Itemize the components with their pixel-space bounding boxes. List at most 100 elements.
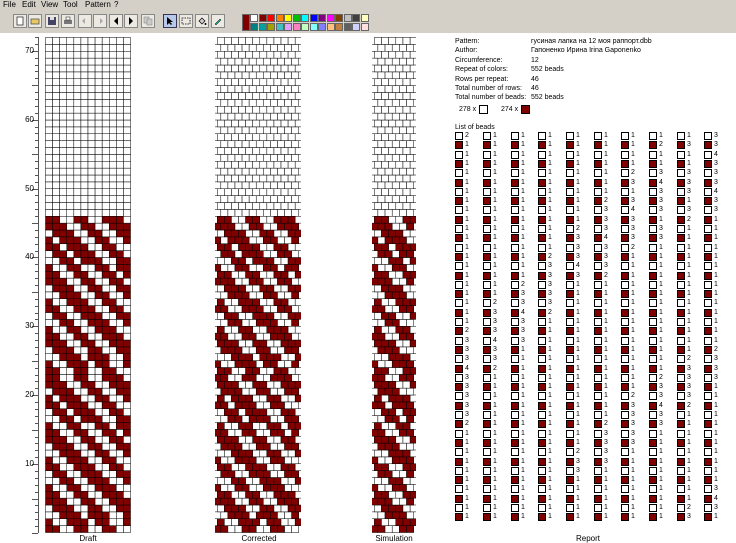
bead-cell[interactable] xyxy=(66,92,75,100)
bead-cell[interactable] xyxy=(402,326,411,334)
bead-cell[interactable] xyxy=(391,319,400,327)
bead-cell[interactable] xyxy=(109,271,117,279)
bead-cell[interactable] xyxy=(266,271,275,279)
bead-cell[interactable] xyxy=(259,394,268,403)
bead-cell[interactable] xyxy=(255,264,264,272)
bead-cell[interactable] xyxy=(252,133,261,141)
bead-cell[interactable] xyxy=(377,484,386,492)
bead-cell[interactable] xyxy=(215,484,222,492)
bead-cell[interactable] xyxy=(66,216,75,224)
bead-cell[interactable] xyxy=(66,326,75,334)
bead-cell[interactable] xyxy=(109,44,117,52)
bead-cell[interactable] xyxy=(273,202,282,210)
bead-cell[interactable] xyxy=(406,360,414,368)
bead-cell[interactable] xyxy=(384,71,393,80)
bead-cell[interactable] xyxy=(291,126,299,135)
bead-cell[interactable] xyxy=(101,243,110,251)
bead-cell[interactable] xyxy=(224,326,232,334)
bead-cell[interactable] xyxy=(217,284,225,293)
bead-cell[interactable] xyxy=(241,264,250,272)
bead-cell[interactable] xyxy=(377,167,386,176)
bead-cell[interactable] xyxy=(116,236,124,245)
bead-cell[interactable] xyxy=(388,298,397,306)
bead-cell[interactable] xyxy=(123,181,131,190)
bead-cell[interactable] xyxy=(94,126,103,135)
bead-cell[interactable] xyxy=(101,181,110,190)
bead-cell[interactable] xyxy=(234,484,243,492)
bead-cell[interactable] xyxy=(94,381,103,389)
bead-cell[interactable] xyxy=(123,332,131,341)
bead-cell[interactable] xyxy=(87,277,96,286)
bead-cell[interactable] xyxy=(255,99,264,107)
bead-cell[interactable] xyxy=(123,484,131,492)
bead-cell[interactable] xyxy=(231,312,239,320)
bead-cell[interactable] xyxy=(101,291,110,300)
bead-cell[interactable] xyxy=(220,250,229,258)
bead-cell[interactable] xyxy=(87,360,96,368)
bead-cell[interactable] xyxy=(73,243,82,251)
bead-cell[interactable] xyxy=(224,243,232,251)
bead-cell[interactable] xyxy=(234,126,243,135)
bead-cell[interactable] xyxy=(291,264,299,272)
bead-cell[interactable] xyxy=(287,229,296,238)
bead-cell[interactable] xyxy=(287,339,296,348)
bead-cell[interactable] xyxy=(388,436,397,444)
bead-cell[interactable] xyxy=(395,64,404,73)
bead-cell[interactable] xyxy=(381,37,389,45)
bead-cell[interactable] xyxy=(52,64,60,73)
bead-cell[interactable] xyxy=(87,312,96,320)
bead-cell[interactable] xyxy=(109,346,117,355)
bead-cell[interactable] xyxy=(45,484,53,492)
bead-cell[interactable] xyxy=(395,463,404,471)
bead-cell[interactable] xyxy=(101,511,110,520)
bead-cell[interactable] xyxy=(227,209,236,217)
bead-cell[interactable] xyxy=(66,497,75,506)
bead-cell[interactable] xyxy=(255,44,264,52)
bead-cell[interactable] xyxy=(238,477,246,485)
bead-cell[interactable] xyxy=(94,511,103,520)
bead-cell[interactable] xyxy=(94,408,103,416)
bead-cell[interactable] xyxy=(52,188,60,196)
bead-cell[interactable] xyxy=(109,51,117,59)
bead-cell[interactable] xyxy=(395,202,404,210)
bead-cell[interactable] xyxy=(73,449,82,458)
bead-cell[interactable] xyxy=(45,525,53,533)
bead-cell[interactable] xyxy=(238,188,246,196)
bead-cell[interactable] xyxy=(45,174,53,183)
bead-cell[interactable] xyxy=(123,298,131,306)
bead-cell[interactable] xyxy=(94,422,103,430)
bead-cell[interactable] xyxy=(224,78,232,86)
bead-cell[interactable] xyxy=(220,511,229,520)
bead-cell[interactable] xyxy=(45,360,53,368)
bead-cell[interactable] xyxy=(45,147,53,155)
new-file-icon[interactable] xyxy=(13,14,27,28)
bead-cell[interactable] xyxy=(234,71,243,80)
bead-cell[interactable] xyxy=(406,99,414,107)
bead-cell[interactable] xyxy=(238,518,246,526)
bead-cell[interactable] xyxy=(45,463,53,471)
bead-cell[interactable] xyxy=(101,312,110,320)
bead-cell[interactable] xyxy=(395,422,404,430)
bead-cell[interactable] xyxy=(255,154,264,162)
bead-cell[interactable] xyxy=(231,491,239,499)
bead-cell[interactable] xyxy=(263,250,271,258)
bead-cell[interactable] xyxy=(263,195,271,203)
bead-cell[interactable] xyxy=(395,133,404,141)
bead-cell[interactable] xyxy=(241,222,250,231)
bead-cell[interactable] xyxy=(399,209,407,217)
bead-cell[interactable] xyxy=(123,154,131,162)
bead-cell[interactable] xyxy=(52,374,60,382)
bead-cell[interactable] xyxy=(87,381,96,389)
bead-cell[interactable] xyxy=(388,394,397,403)
bead-cell[interactable] xyxy=(395,174,404,183)
bead-cell[interactable] xyxy=(109,497,117,506)
bead-cell[interactable] xyxy=(255,470,264,478)
bead-cell[interactable] xyxy=(66,167,75,176)
bead-cell[interactable] xyxy=(123,51,131,59)
bead-cell[interactable] xyxy=(245,174,253,183)
bead-cell[interactable] xyxy=(280,463,289,471)
bead-cell[interactable] xyxy=(259,161,268,169)
bead-cell[interactable] xyxy=(248,470,257,478)
bead-cell[interactable] xyxy=(241,387,250,396)
bead-cell[interactable] xyxy=(220,126,229,135)
